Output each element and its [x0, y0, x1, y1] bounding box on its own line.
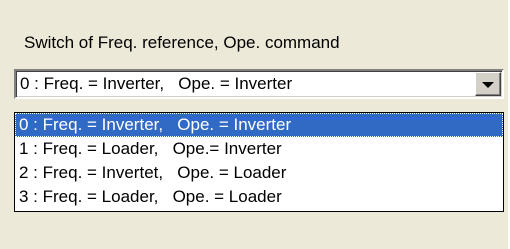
dropdown-option-2[interactable]: 2 : Freq. = Invertet, Ope. = Loader [15, 161, 503, 185]
dialog-panel: Switch of Freq. reference, Ope. command … [0, 0, 510, 249]
dropdown-option-3[interactable]: 3 : Freq. = Loader, Ope. = Loader [15, 185, 503, 209]
chevron-down-icon [482, 82, 494, 88]
dropdown-option-1[interactable]: 1 : Freq. = Loader, Ope.= Inverter [15, 137, 503, 161]
freq-ope-switch-label: Switch of Freq. reference, Ope. command [24, 33, 340, 52]
combobox-selected-value[interactable]: 0 : Freq. = Inverter, Ope. = Inverter [20, 74, 292, 94]
dropdown-options-list[interactable]: 0 : Freq. = Inverter, Ope. = Inverter 1 … [14, 112, 504, 212]
freq-ope-combobox[interactable]: 0 : Freq. = Inverter, Ope. = Inverter [14, 69, 504, 99]
dropdown-button[interactable] [475, 72, 501, 96]
dropdown-option-0[interactable]: 0 : Freq. = Inverter, Ope. = Inverter [15, 113, 503, 137]
